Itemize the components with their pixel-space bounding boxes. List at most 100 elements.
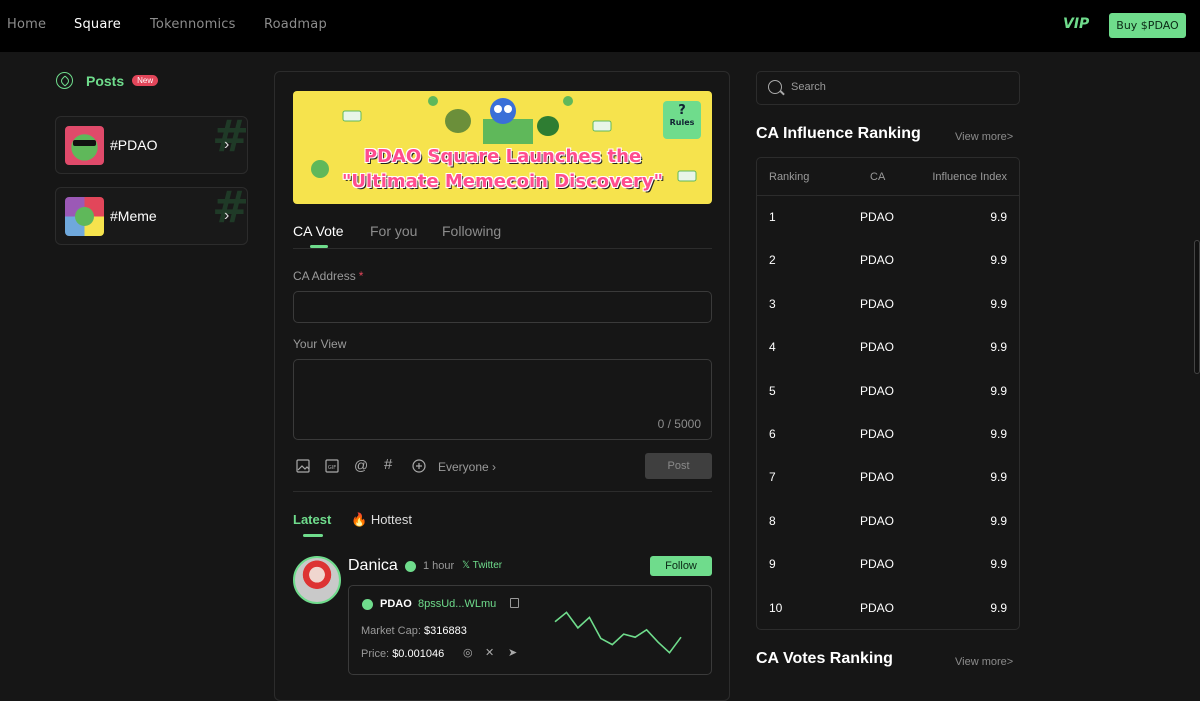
nav-roadmap[interactable]: Roadmap	[264, 17, 327, 32]
your-view-textarea[interactable]: 0 / 5000	[293, 359, 712, 440]
ca-cell: PDAO	[860, 340, 895, 355]
rules-button[interactable]: ? Rules	[663, 101, 701, 139]
nav-tokennomics[interactable]: Tokennomics	[150, 17, 236, 32]
table-row[interactable]: 4 PDAO 9.9	[757, 326, 1019, 369]
table-row[interactable]: 10 PDAO 9.9	[757, 587, 1019, 630]
col-influence-index: Influence Index	[932, 171, 1007, 183]
col-ca: CA	[870, 171, 886, 183]
influence-cell: 9.9	[990, 210, 1007, 224]
banner-title-line1: PDAO Square Launches the	[363, 146, 642, 167]
topic-card-pdao[interactable]: # #PDAO ›	[55, 116, 248, 174]
image-icon[interactable]	[296, 459, 310, 473]
vip-link[interactable]: VIP	[1063, 16, 1089, 32]
mention-icon[interactable]: @	[354, 457, 368, 473]
new-badge: New	[132, 75, 159, 86]
ca-cell: PDAO	[860, 296, 895, 311]
ca-cell: PDAO	[860, 427, 895, 441]
hashtag-icon[interactable]: #	[384, 456, 392, 473]
ca-cell: PDAO	[860, 253, 895, 268]
your-view-label: Your View	[293, 337, 347, 351]
rank-cell: 7	[769, 470, 776, 485]
table-row[interactable]: 9 PDAO 9.9	[757, 543, 1019, 586]
table-row[interactable]: 6 PDAO 9.9	[757, 413, 1019, 456]
table-row[interactable]: 2 PDAO 9.9	[757, 239, 1019, 282]
post-button[interactable]: Post	[645, 453, 712, 479]
influence-cell: 9.9	[990, 383, 1007, 398]
telegram-icon[interactable]: ➤	[508, 646, 517, 659]
square-launch-banner[interactable]: PDAO Square Launches the "Ultimate Memec…	[293, 91, 712, 204]
ca-cell: PDAO	[860, 383, 895, 398]
rank-cell: 5	[769, 383, 776, 398]
tab-for-you[interactable]: For you	[370, 223, 417, 239]
pepe-avatar-icon	[65, 126, 104, 165]
compass-icon	[56, 72, 73, 89]
posts-header[interactable]: Posts New	[56, 72, 159, 89]
hashtag-watermark-icon: #	[212, 116, 248, 162]
topic-label: #PDAO	[110, 137, 158, 153]
table-row[interactable]: 7 PDAO 9.9	[757, 456, 1019, 499]
post-username[interactable]: Danica	[348, 557, 398, 575]
buy-pdao-button[interactable]: Buy $PDAO	[1109, 13, 1186, 38]
chevron-right-icon: ›	[224, 207, 230, 224]
table-header: Ranking CA Influence Index	[757, 158, 1019, 196]
top-nav: Home Square Tokennomics Roadmap VIP Buy …	[0, 0, 1200, 52]
search-input[interactable]	[791, 81, 991, 93]
col-ranking: Ranking	[769, 171, 810, 183]
table-row[interactable]: 3 PDAO 9.9	[757, 283, 1019, 326]
rank-cell: 6	[769, 427, 776, 441]
active-subtab-indicator	[303, 534, 323, 537]
token-name: PDAO	[380, 598, 412, 610]
token-logo-icon	[362, 599, 373, 610]
twitter-source-link[interactable]: 𝕏 Twitter	[462, 560, 502, 571]
price-label: Price:	[361, 648, 390, 660]
nav-home[interactable]: Home	[7, 17, 46, 32]
market-cap-value: $316883	[423, 625, 467, 637]
ca-cell: PDAO	[860, 210, 895, 224]
follow-button[interactable]: Follow	[650, 556, 712, 576]
fire-icon: 🔥	[351, 512, 368, 527]
influence-ranking-table: Ranking CA Influence Index 1 PDAO 9.9 2 PDAO…	[756, 157, 1020, 630]
add-circle-icon[interactable]	[412, 459, 426, 473]
influence-ranking-title: CA Influence Ranking	[756, 125, 921, 142]
x-logo-icon[interactable]: ✕	[485, 646, 494, 659]
influence-view-more-link[interactable]: View more>	[955, 131, 1013, 143]
website-icon[interactable]: ◎	[463, 646, 473, 659]
chevron-right-icon: ›	[492, 460, 497, 474]
votes-view-more-link[interactable]: View more>	[955, 656, 1013, 668]
question-icon: ?	[678, 103, 686, 118]
influence-cell: 9.9	[990, 340, 1007, 355]
token-card[interactable]: PDAO 8pssUd...WLmu Market Cap: $316883 P…	[348, 585, 712, 675]
hashtag-watermark-icon: #	[212, 187, 248, 233]
feed-tabs: CA Vote For you Following	[293, 223, 712, 249]
tab-following[interactable]: Following	[442, 223, 501, 239]
influence-cell: 9.9	[990, 513, 1007, 528]
audience-selector[interactable]: Everyone ›	[438, 460, 496, 474]
scrollbar[interactable]	[1194, 240, 1200, 374]
chevron-right-icon: ›	[224, 136, 230, 153]
gif-icon[interactable]: GIF	[325, 459, 339, 473]
influence-cell: 9.9	[990, 253, 1007, 268]
avatar[interactable]	[293, 556, 341, 604]
market-cap-label: Market Cap:	[361, 625, 421, 637]
divider	[293, 491, 712, 492]
main-feed-panel: PDAO Square Launches the "Ultimate Memec…	[274, 71, 730, 701]
votes-ranking-title: CA Votes Ranking	[756, 650, 893, 667]
table-row[interactable]: 8 PDAO 9.9	[757, 500, 1019, 543]
tab-hottest[interactable]: 🔥 Hottest	[351, 512, 412, 528]
composer-toolbar: GIF @ # Everyone › Post	[293, 453, 712, 483]
ca-address-input[interactable]	[293, 291, 712, 323]
rank-cell: 3	[769, 296, 776, 311]
topic-card-meme[interactable]: # #Meme ›	[55, 187, 248, 245]
nav-square[interactable]: Square	[74, 17, 121, 32]
tab-ca-vote[interactable]: CA Vote	[293, 223, 344, 239]
tab-latest[interactable]: Latest	[293, 512, 331, 527]
search-box[interactable]	[756, 71, 1020, 105]
table-row[interactable]: 5 PDAO 9.9	[757, 370, 1019, 413]
rank-cell: 9	[769, 557, 776, 572]
rules-label: Rules	[669, 118, 695, 127]
copy-icon[interactable]	[510, 598, 519, 608]
market-cap: Market Cap: $316883	[361, 625, 467, 637]
ca-address-label-text: CA Address	[293, 269, 356, 283]
table-row[interactable]: 1 PDAO 9.9	[757, 196, 1019, 239]
price-sparkline	[554, 611, 682, 654]
